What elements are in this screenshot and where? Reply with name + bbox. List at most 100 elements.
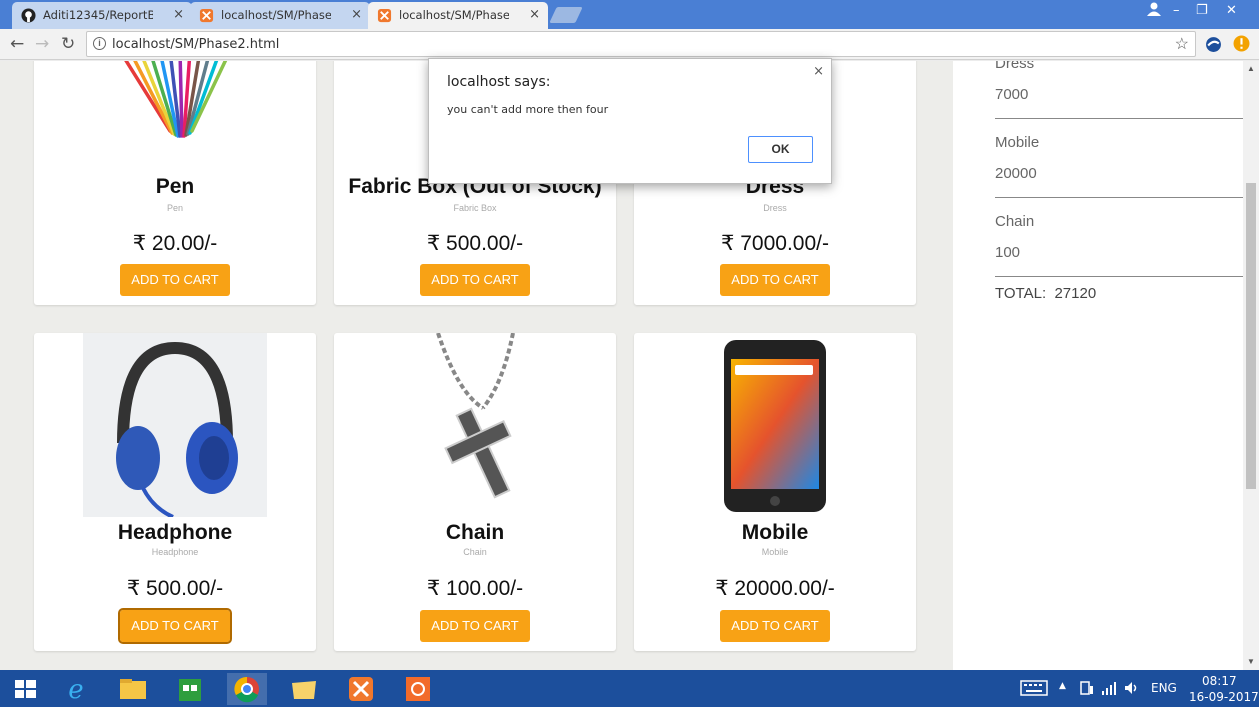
mobile-image bbox=[724, 340, 826, 512]
windows-start-icon[interactable] bbox=[5, 673, 45, 705]
keyboard-icon[interactable] bbox=[1020, 680, 1048, 696]
tab-phase2[interactable]: localhost/SM/Phase2.htm × bbox=[368, 2, 548, 29]
tab-label: Aditi12345/ReportBee_F bbox=[43, 8, 153, 22]
dialog-close-icon[interactable]: × bbox=[813, 64, 824, 79]
tab-close-icon[interactable]: × bbox=[173, 7, 184, 22]
new-tab-button[interactable] bbox=[549, 7, 583, 23]
dialog-title: localhost says: bbox=[447, 74, 551, 90]
minimize-icon[interactable]: – bbox=[1173, 3, 1180, 18]
cart-item-name: Chain bbox=[995, 213, 1035, 230]
profile-icon[interactable] bbox=[1146, 2, 1162, 16]
close-window-icon[interactable]: ✕ bbox=[1226, 3, 1237, 18]
tab-label: localhost/SM/Phase1.htm bbox=[221, 8, 331, 22]
tab-github[interactable]: Aditi12345/ReportBee_F × bbox=[12, 2, 192, 29]
browser-tab-strip: Aditi12345/ReportBee_F × localhost/SM/Ph… bbox=[0, 0, 1259, 29]
product-subtitle: Fabric Box bbox=[453, 203, 497, 213]
tab-label: localhost/SM/Phase2.htm bbox=[399, 8, 509, 22]
xampp-taskbar-icon[interactable] bbox=[341, 673, 381, 705]
volume-icon[interactable] bbox=[1123, 680, 1139, 696]
product-subtitle: Mobile bbox=[761, 547, 789, 557]
add-to-cart-button[interactable]: ADD TO CART bbox=[120, 264, 230, 296]
cart-item-name: Mobile bbox=[995, 134, 1040, 151]
product-name: Headphone bbox=[117, 521, 233, 544]
product-card-mobile: Mobile Mobile ₹ 20000.00/- ADD TO CART bbox=[634, 333, 916, 651]
product-subtitle: Dress bbox=[763, 203, 787, 213]
address-url: localhost/SM/Phase2.html bbox=[112, 37, 280, 52]
product-subtitle: Chain bbox=[463, 547, 487, 557]
tray-expand-icon[interactable]: ▲ bbox=[1059, 681, 1066, 691]
dialog-ok-button[interactable]: OK bbox=[748, 136, 813, 163]
address-bar[interactable]: i localhost/SM/Phase2.html ☆ bbox=[86, 31, 1196, 57]
language-indicator[interactable]: ENG bbox=[1151, 681, 1177, 695]
recorder-icon[interactable] bbox=[398, 673, 438, 705]
divider bbox=[995, 276, 1243, 277]
svg-text:e: e bbox=[68, 675, 83, 705]
product-price: ₹ 7000.00/- bbox=[721, 232, 829, 255]
cart-item-value: 20000 bbox=[995, 165, 1037, 182]
chrome-icon[interactable] bbox=[227, 673, 267, 705]
signal-icon[interactable] bbox=[1101, 680, 1117, 696]
total-label: TOTAL: bbox=[995, 285, 1047, 302]
restore-icon[interactable]: ❐ bbox=[1196, 3, 1208, 18]
cart-sidebar: Dress 7000 Mobile 20000 Chain 100 TOTAL:… bbox=[953, 61, 1243, 670]
folder-icon[interactable] bbox=[284, 673, 324, 705]
file-explorer-icon[interactable] bbox=[113, 673, 153, 705]
product-price: ₹ 20000.00/- bbox=[715, 577, 835, 600]
product-card-chain: Chain Chain ₹ 100.00/- ADD TO CART bbox=[334, 333, 616, 651]
dialog-message: you can't add more then four bbox=[447, 103, 609, 116]
add-to-cart-button[interactable]: ADD TO CART bbox=[720, 264, 830, 296]
alert-dialog: localhost says: × you can't add more the… bbox=[428, 58, 832, 184]
info-icon[interactable]: i bbox=[93, 37, 106, 50]
cart-item-value: 100 bbox=[995, 244, 1021, 261]
product-price: ₹ 20.00/- bbox=[132, 232, 218, 255]
product-price: ₹ 500.00/- bbox=[126, 577, 224, 600]
bookmark-star-icon[interactable]: ☆ bbox=[1175, 34, 1189, 54]
scroll-up-icon[interactable]: ▲ bbox=[1247, 64, 1255, 73]
product-subtitle: Pen bbox=[166, 203, 183, 213]
tab-phase1[interactable]: localhost/SM/Phase1.htm × bbox=[190, 2, 370, 29]
add-to-cart-button[interactable]: ADD TO CART bbox=[118, 608, 232, 644]
scroll-down-icon[interactable]: ▼ bbox=[1247, 657, 1255, 666]
warning-icon[interactable] bbox=[1233, 35, 1250, 52]
back-arrow-icon[interactable]: ← bbox=[10, 34, 24, 54]
browser-toolbar: ← → ↻ i localhost/SM/Phase2.html ☆ bbox=[0, 29, 1259, 60]
divider bbox=[995, 118, 1243, 119]
xampp-icon bbox=[199, 8, 214, 23]
store-icon[interactable] bbox=[170, 673, 210, 705]
xampp-icon bbox=[377, 8, 392, 23]
product-card-pen: Pen Pen ₹ 20.00/- ADD TO CART bbox=[34, 61, 316, 305]
total-value: 27120 bbox=[1054, 285, 1097, 302]
scrollbar-thumb[interactable] bbox=[1246, 183, 1256, 489]
clock-date[interactable]: 16-09-2017 bbox=[1189, 690, 1259, 704]
add-to-cart-button[interactable]: ADD TO CART bbox=[720, 610, 830, 642]
cart-item-value: 7000 bbox=[995, 86, 1029, 103]
product-name: Chain bbox=[445, 521, 505, 544]
tab-close-icon[interactable]: × bbox=[351, 7, 362, 22]
divider bbox=[995, 197, 1243, 198]
cart-item: Mobile 20000 bbox=[995, 134, 1243, 198]
windows-taskbar: e ▲ ENG 08:17 16-09-2017 bbox=[0, 670, 1259, 707]
github-icon bbox=[21, 8, 36, 23]
clock-time[interactable]: 08:17 bbox=[1202, 674, 1237, 688]
reload-icon[interactable]: ↻ bbox=[61, 34, 75, 54]
cart-item: Dress 7000 bbox=[995, 61, 1243, 119]
cart-item-name: Dress bbox=[995, 61, 1035, 72]
product-name: Pen bbox=[155, 175, 195, 198]
pen-image bbox=[124, 61, 228, 138]
product-subtitle: Headphone bbox=[151, 547, 199, 557]
product-card-headphone: Headphone Headphone ₹ 500.00/- ADD TO CA… bbox=[34, 333, 316, 651]
tab-close-icon[interactable]: × bbox=[529, 7, 540, 22]
chain-image bbox=[436, 333, 515, 499]
product-price: ₹ 500.00/- bbox=[426, 232, 524, 255]
internet-explorer-icon[interactable]: e bbox=[56, 673, 96, 705]
headphone-image bbox=[83, 333, 267, 517]
add-to-cart-button[interactable]: ADD TO CART bbox=[420, 264, 530, 296]
extension-icon[interactable] bbox=[1205, 36, 1222, 53]
cart-total: TOTAL: 27120 bbox=[995, 285, 1096, 302]
forward-arrow-icon[interactable]: → bbox=[35, 34, 49, 54]
page-scrollbar[interactable]: ▲ ▼ bbox=[1243, 61, 1259, 670]
network-icon[interactable] bbox=[1080, 680, 1094, 696]
product-price: ₹ 100.00/- bbox=[426, 577, 524, 600]
cart-item: Chain 100 bbox=[995, 213, 1243, 277]
add-to-cart-button[interactable]: ADD TO CART bbox=[420, 610, 530, 642]
